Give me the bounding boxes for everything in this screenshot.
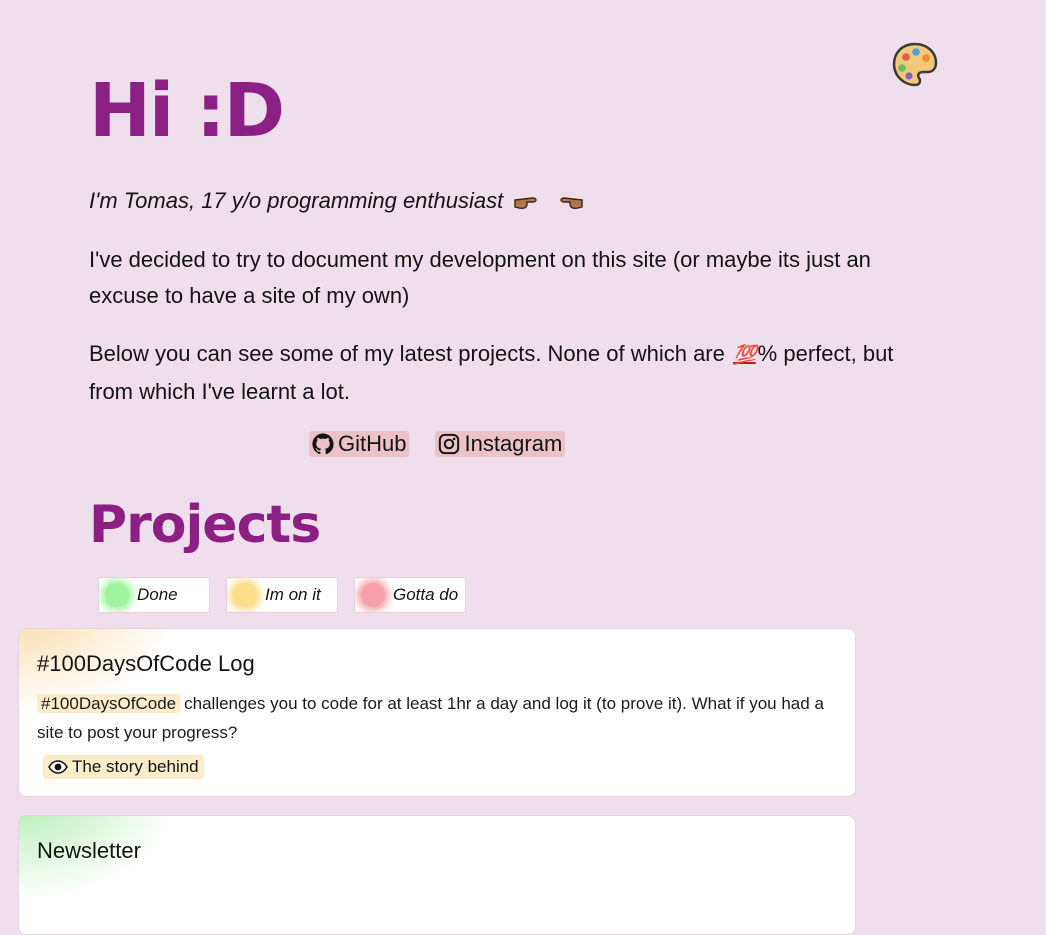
intro-paragraph-2-start: Below you can see some of my latest proj… [89,341,725,366]
intro-tagline-text: I'm Tomas, 17 y/o programming enthusiast [89,188,504,213]
project-tag: #100DaysOfCode [37,694,181,713]
instagram-link-label: Instagram [464,431,563,456]
pointing-right-hand-icon [513,190,543,220]
github-icon [312,433,334,455]
filter-todo[interactable]: Gotta do [354,577,466,613]
status-done-dot [105,583,129,607]
project-card: #100DaysOfCode Log #100DaysOfCode challen… [18,628,856,797]
project-card: Newsletter [18,815,856,935]
projects-heading: Projects [89,495,321,555]
intro-tagline: I'm Tomas, 17 y/o programming enthusiast [89,186,584,220]
filter-in-progress-label: Im on it [265,585,321,604]
eye-icon [48,760,68,774]
intro-paragraph-2: Below you can see some of my latest proj… [89,336,929,410]
theme-palette-button[interactable] [891,41,939,89]
social-links: GitHub Instagram [309,431,566,457]
github-link-label: GitHub [338,431,407,456]
filter-todo-label: Gotta do [393,585,459,604]
status-in-progress-dot [233,583,257,607]
project-card-description: #100DaysOfCode challenges you to code for… [37,689,837,747]
project-card-title: #100DaysOfCode Log [37,651,255,676]
filter-in-progress[interactable]: Im on it [226,577,338,613]
project-status-filters: Done Im on it Gotta do [98,577,466,613]
pointing-left-hand-icon [554,190,584,220]
filter-done[interactable]: Done [98,577,210,613]
palette-icon [892,42,938,87]
intro-paragraph-1: I've decided to try to document my devel… [89,247,871,308]
status-todo-dot [361,583,385,607]
instagram-icon [439,433,460,455]
project-card-title: Newsletter [37,838,141,863]
hundred-points-icon: 💯 [733,345,757,366]
story-behind-label: The story behind [72,757,199,776]
instagram-link[interactable]: Instagram [435,431,566,457]
github-link[interactable]: GitHub [309,431,410,457]
filter-done-label: Done [137,585,178,604]
page-title: Hi :D [89,68,285,154]
story-behind-link[interactable]: The story behind [43,755,204,779]
